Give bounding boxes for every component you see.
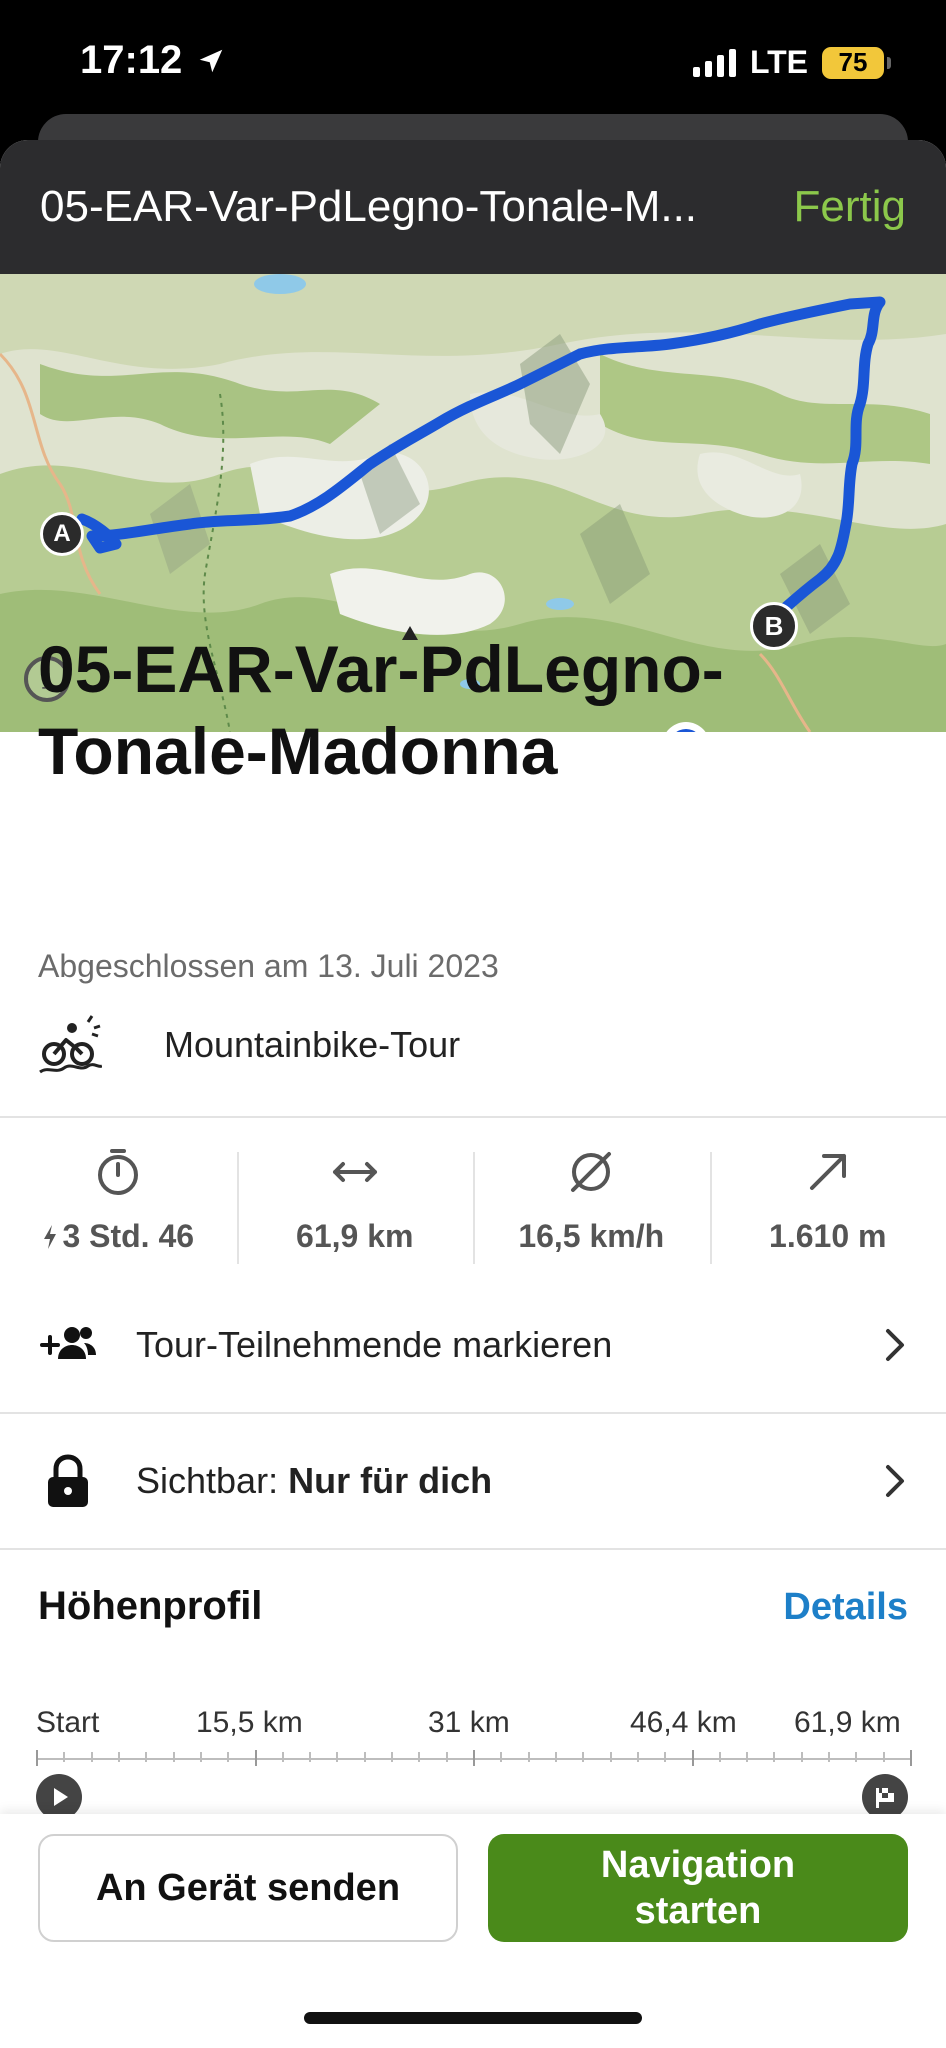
- battery-icon: 75: [822, 46, 891, 79]
- start-navigation-button[interactable]: Navigation starten: [488, 1834, 908, 1942]
- chevron-right-icon: [886, 1465, 904, 1497]
- location-arrow-icon: [200, 49, 223, 72]
- status-bar: 17:12 LTE 75: [0, 0, 946, 125]
- app-screen: 17:12 LTE 75 05-EAR-Var-PdLegno-Tonale-M…: [0, 0, 946, 2048]
- tour-type-label: Mountainbike-Tour: [164, 1024, 461, 1065]
- signal-icon: [692, 48, 736, 77]
- nav-header: 05-EAR-Var-PdLegno-Tonale-M... Fertig: [0, 140, 946, 274]
- route-start-marker[interactable]: A: [40, 512, 84, 556]
- status-time: 17:12: [80, 38, 183, 82]
- status-indicators: LTE 75: [692, 44, 891, 81]
- lock-icon: [48, 1454, 88, 1507]
- mountainbike-icon: [39, 1015, 102, 1074]
- visibility-value: Nur für dich: [288, 1460, 493, 1501]
- tour-completed-date: Abgeschlossen am 13. Juli 2023: [38, 948, 499, 984]
- tag-participants-row[interactable]: Tour-Teilnehmende markieren: [0, 1290, 946, 1400]
- done-button[interactable]: Fertig: [794, 182, 906, 232]
- header-title: 05-EAR-Var-PdLegno-Tonale-M...: [40, 182, 698, 231]
- tour-type-row: Mountainbike-Tour: [38, 1010, 460, 1082]
- tour-sheet: 05-EAR-Var-PdLegno-Tonale-M... Fertig A …: [0, 140, 946, 2048]
- elevation-details-link[interactable]: Details: [783, 1586, 908, 1629]
- tour-title: 05-EAR-Var-PdLegno-Tonale-Madonna: [38, 632, 724, 788]
- tag-participants-label: Tour-Teilnehmende markieren: [136, 1324, 613, 1365]
- home-indicator: [304, 2012, 642, 2024]
- visibility-label: Sichtbar:: [136, 1460, 279, 1501]
- network-label: LTE: [749, 44, 808, 80]
- chevron-right-icon: [886, 1329, 904, 1361]
- route-start-label: A: [53, 520, 71, 547]
- visibility-row[interactable]: Sichtbar: Nur für dich: [0, 1426, 946, 1536]
- battery-level: 75: [838, 47, 868, 77]
- action-bar: An Gerät senden Navigation starten: [0, 1814, 946, 2048]
- send-to-device-button[interactable]: An Gerät senden: [38, 1834, 458, 1942]
- add-people-icon: [40, 1327, 96, 1359]
- status-time-group: 17:12: [80, 38, 226, 83]
